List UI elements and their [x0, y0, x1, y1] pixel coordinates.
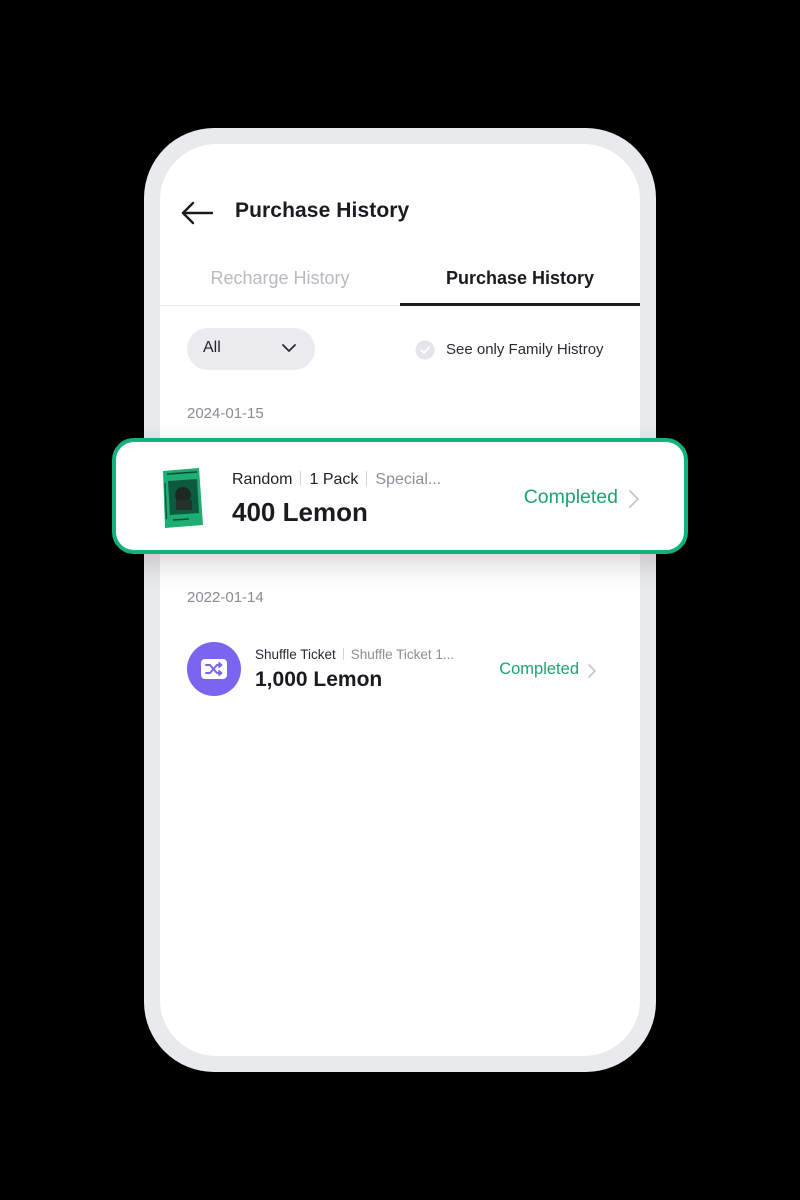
item-detail: Special... — [375, 471, 442, 488]
purchase-row[interactable]: Shuffle Ticket Shuffle Ticket 1... 1,000 … — [187, 642, 617, 698]
item-name: Shuffle Ticket — [255, 647, 336, 662]
date-header: 2024-01-15 — [187, 405, 264, 422]
status-label: Completed — [523, 486, 618, 508]
purchase-row-highlighted[interactable]: Random 1 Pack Special... 400 Lemon Complet… — [112, 438, 688, 554]
item-meta: Random 1 Pack Special... — [232, 471, 441, 489]
check-circle-icon[interactable] — [415, 340, 435, 360]
shuffle-icon — [201, 659, 227, 679]
shuffle-ticket-avatar — [187, 642, 241, 696]
filter-dropdown[interactable]: All — [187, 328, 315, 370]
tab-recharge-history[interactable]: Recharge History — [160, 254, 400, 306]
separator — [366, 471, 368, 486]
chevron-down-icon — [282, 344, 296, 352]
album-cover-thumbnail — [163, 468, 203, 528]
filter-dropdown-value: All — [203, 339, 221, 356]
chevron-right-icon — [588, 664, 596, 678]
tab-bar: Recharge History Purchase History — [160, 254, 640, 306]
item-name: Random — [232, 471, 293, 488]
back-arrow-icon[interactable] — [180, 200, 216, 226]
item-detail: Shuffle Ticket 1... — [350, 647, 455, 662]
separator — [300, 471, 302, 486]
status-label: Completed — [499, 660, 579, 678]
page-title: Purchase History — [235, 199, 410, 222]
tab-purchase-history[interactable]: Purchase History — [400, 254, 640, 306]
separator — [342, 648, 344, 660]
item-amount: 400 Lemon — [232, 497, 368, 527]
item-amount: 1,000 Lemon — [255, 668, 383, 691]
chevron-right-icon — [629, 490, 639, 508]
item-quantity: 1 Pack — [309, 471, 359, 488]
family-history-label: See only Family Histroy — [446, 341, 604, 358]
item-meta: Shuffle Ticket Shuffle Ticket 1... — [255, 647, 454, 662]
date-header: 2022-01-14 — [187, 589, 264, 606]
app-screen: Purchase History Recharge History Purcha… — [160, 144, 640, 1056]
